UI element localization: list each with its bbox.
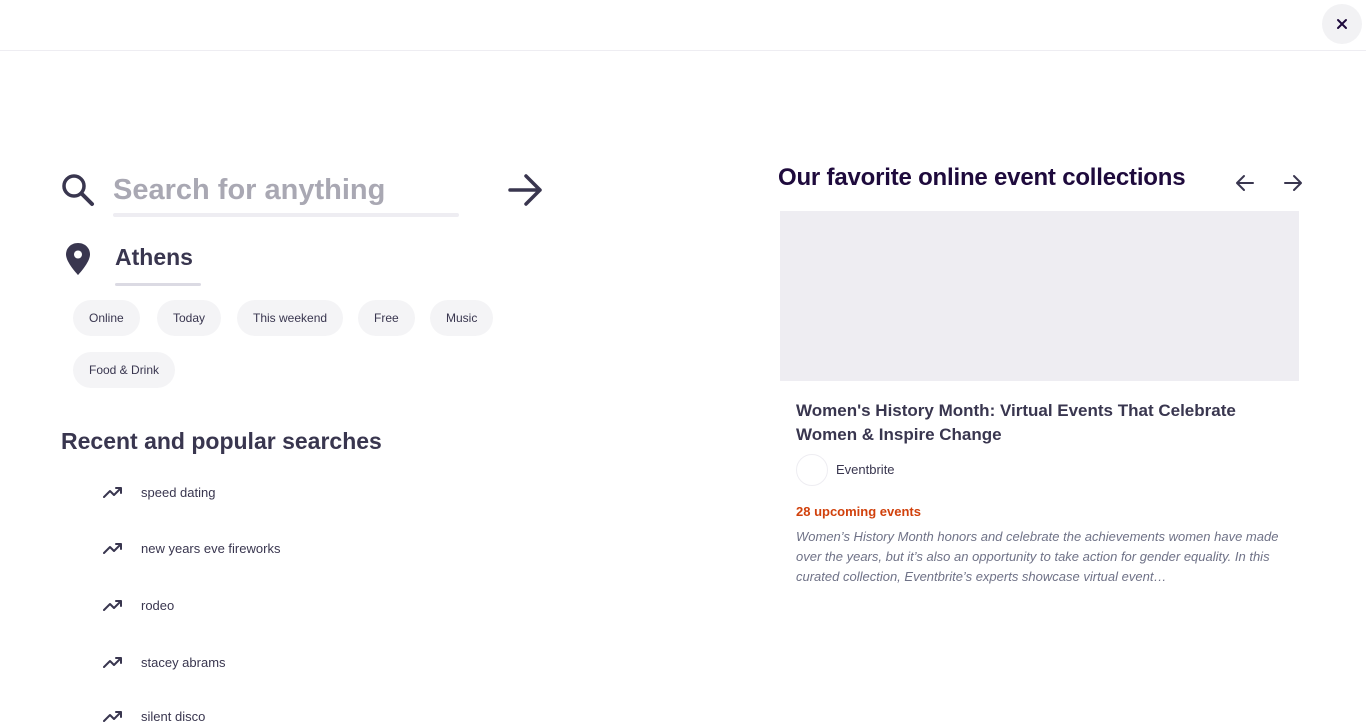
arrow-right-icon[interactable] xyxy=(506,171,546,209)
chip-online[interactable]: Online xyxy=(73,300,140,336)
search-input[interactable] xyxy=(113,166,459,214)
collection-card-title[interactable]: Women's History Month: Virtual Events Th… xyxy=(796,399,1276,447)
trending-up-icon xyxy=(103,657,122,668)
chip-food-drink[interactable]: Food & Drink xyxy=(73,352,176,388)
recent-search-label: stacey abrams xyxy=(141,654,226,670)
organizer-name[interactable]: Eventbrite xyxy=(836,462,895,477)
recent-searches-title: Recent and popular searches xyxy=(61,428,382,454)
recent-search-item[interactable]: new years eve fireworks xyxy=(103,536,280,560)
arrow-left-icon xyxy=(1236,175,1254,191)
recent-search-item[interactable]: speed dating xyxy=(103,480,215,504)
collections-title: Our favorite online event collections xyxy=(778,164,1186,191)
location-field[interactable]: Athens xyxy=(115,244,193,271)
recent-search-label: new years eve fireworks xyxy=(141,540,281,556)
collection-card-image[interactable] xyxy=(780,211,1299,381)
organizer-avatar xyxy=(796,454,828,486)
recent-search-item[interactable]: stacey abrams xyxy=(103,650,226,674)
chip-free[interactable]: Free xyxy=(358,300,415,336)
carousel-prev-button[interactable] xyxy=(1232,170,1258,196)
modal-top-bar xyxy=(0,0,1366,51)
location-underline xyxy=(115,283,201,286)
chip-today[interactable]: Today xyxy=(157,300,222,336)
close-button[interactable] xyxy=(1322,4,1362,44)
arrow-right-icon xyxy=(1284,175,1302,191)
recent-search-label: silent disco xyxy=(141,708,206,724)
upcoming-events-count: 28 upcoming events xyxy=(796,504,921,519)
trending-up-icon xyxy=(103,711,122,722)
map-pin-icon xyxy=(66,243,90,275)
search-icon xyxy=(62,174,94,206)
close-icon xyxy=(1337,19,1347,29)
search-underline xyxy=(113,213,459,217)
recent-search-item[interactable]: silent disco xyxy=(103,704,205,728)
recent-search-item[interactable]: rodeo xyxy=(103,593,174,617)
trending-up-icon xyxy=(103,487,122,498)
recent-search-label: rodeo xyxy=(141,597,175,613)
chip-music[interactable]: Music xyxy=(430,300,494,336)
chip-this-weekend[interactable]: This weekend xyxy=(237,300,344,336)
trending-up-icon xyxy=(103,600,122,611)
recent-search-label: speed dating xyxy=(141,484,216,500)
carousel-next-button[interactable] xyxy=(1280,170,1306,196)
trending-up-icon xyxy=(103,543,122,554)
collection-description: Women’s History Month honors and celebra… xyxy=(796,529,1279,584)
